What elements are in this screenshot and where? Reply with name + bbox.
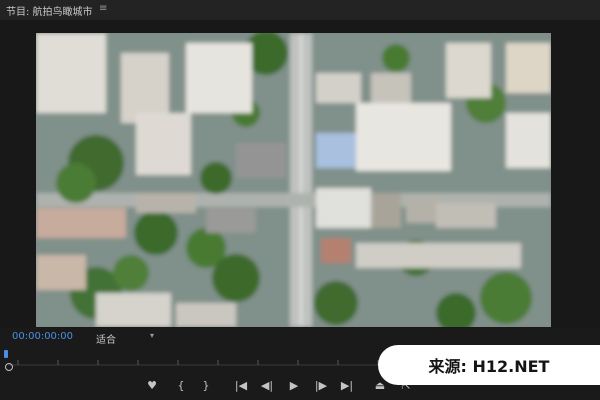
add-marker-icon[interactable]: ♥ — [144, 378, 160, 394]
go-to-out-icon[interactable]: ▶| — [339, 378, 355, 394]
current-timecode[interactable]: 00:00:00:00 — [12, 331, 73, 342]
zoom-fit-select[interactable]: 适合 ▾ — [96, 331, 154, 346]
chevron-down-icon: ▾ — [149, 331, 154, 340]
panel-title: 节目: 航拍鸟瞰城市 — [6, 7, 93, 18]
play-icon[interactable]: ▶ — [286, 378, 302, 394]
video-frame — [36, 33, 551, 327]
aerial-city-image — [36, 33, 551, 327]
playhead-handle[interactable] — [4, 350, 8, 358]
zoom-scroll-handle[interactable] — [5, 363, 13, 371]
zoom-fit-label: 适合 — [96, 335, 116, 346]
mark-in-button[interactable]: { — [173, 378, 189, 394]
mark-out-button[interactable]: } — [198, 378, 214, 394]
panel-header: 节目: 航拍鸟瞰城市 ≡ — [0, 0, 600, 20]
go-to-in-icon[interactable]: |◀ — [233, 378, 249, 394]
hamburger-menu-icon[interactable]: ≡ — [99, 3, 107, 14]
watermark-badge: 来源: H12.NET — [378, 345, 600, 385]
watermark-text: 来源: H12.NET — [428, 357, 550, 376]
step-forward-icon[interactable]: |▶ — [313, 378, 329, 394]
step-back-icon[interactable]: ◀| — [259, 378, 275, 394]
